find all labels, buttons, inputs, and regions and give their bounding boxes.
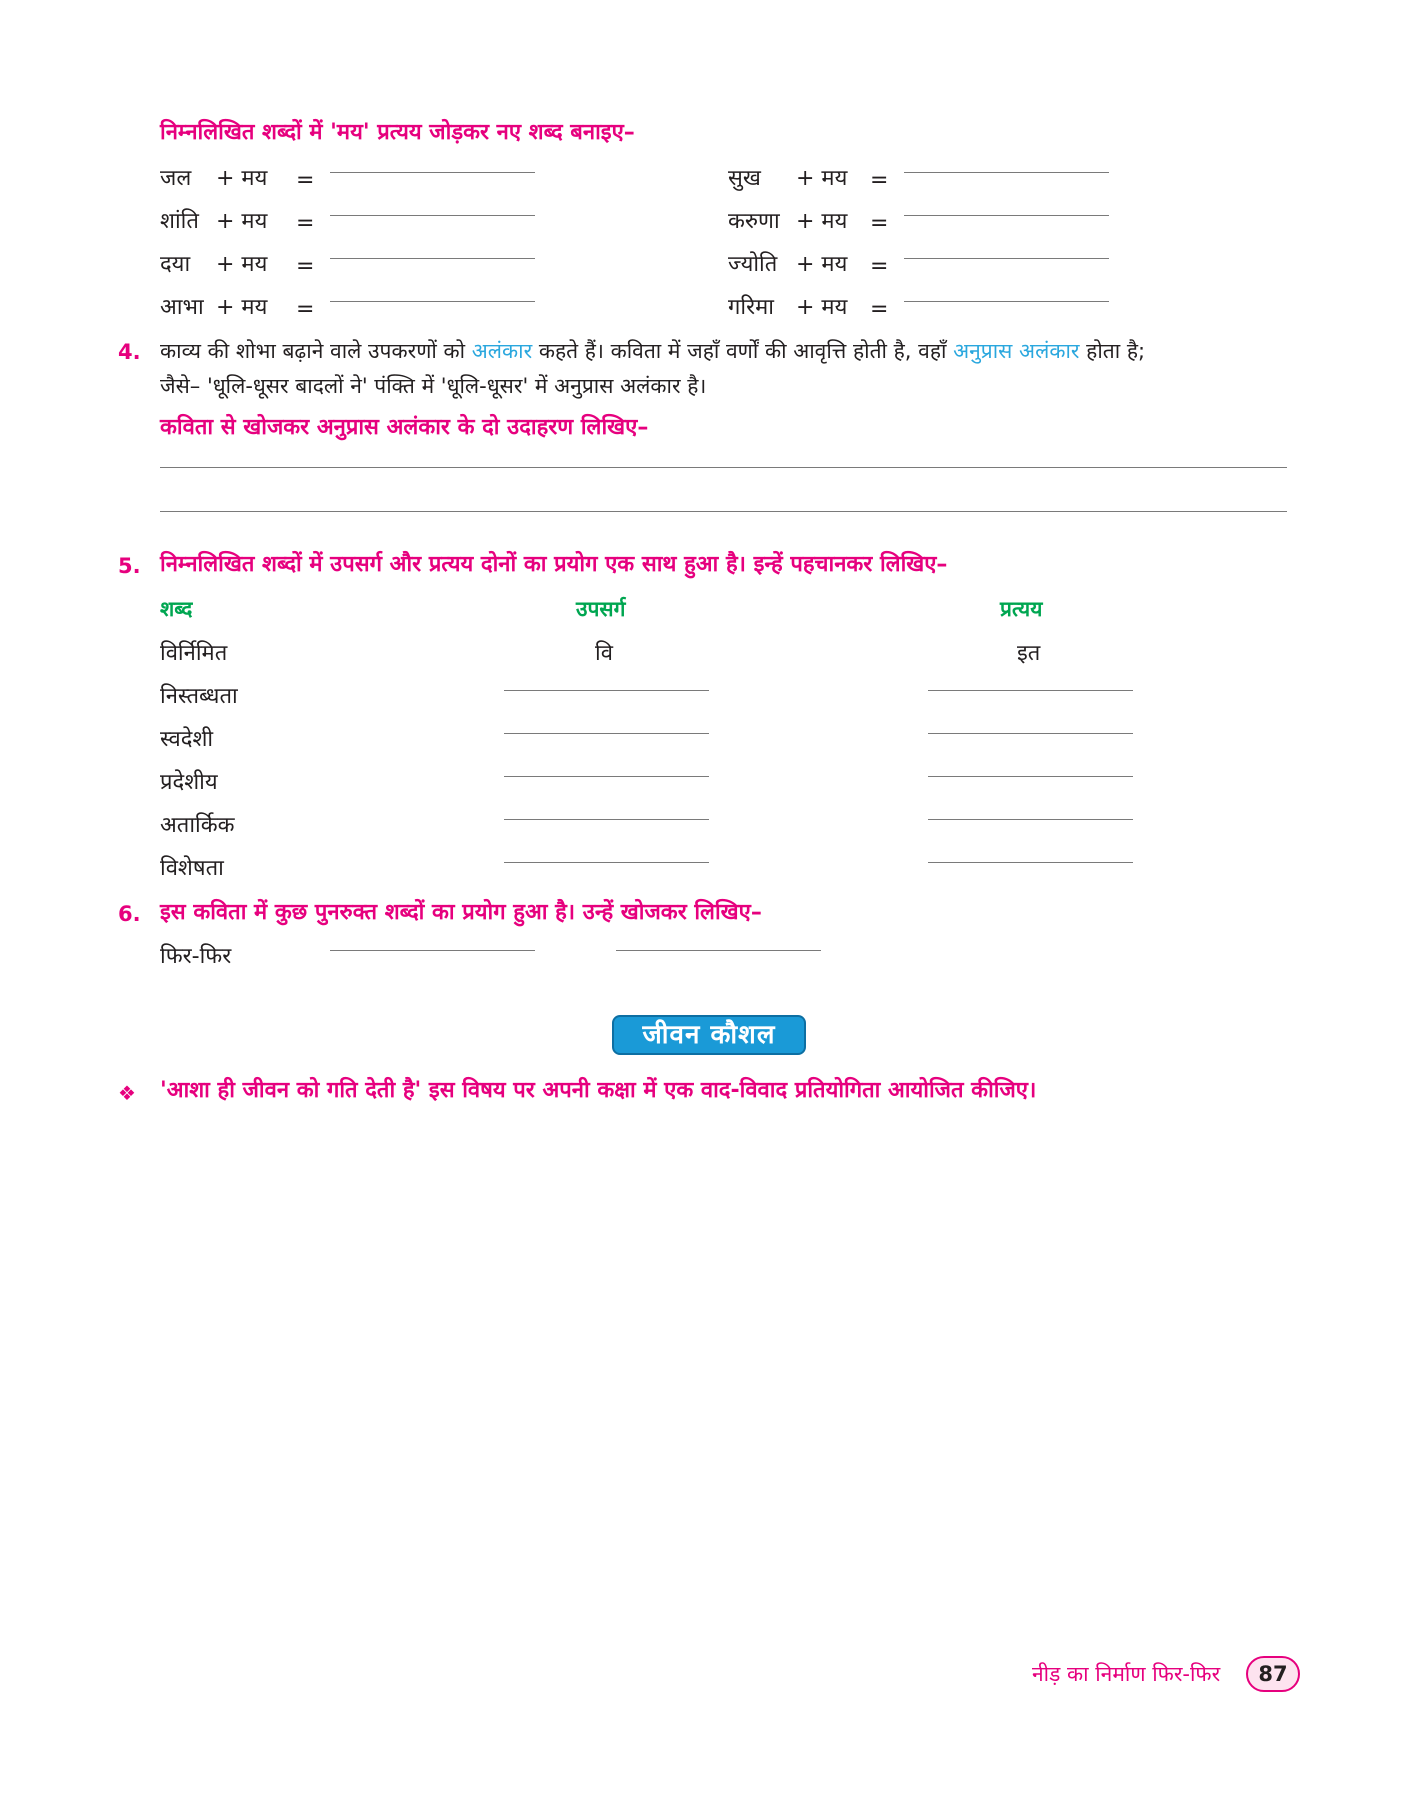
- q5-instruction: निम्नलिखित शब्दों में उपसर्ग और प्रत्यय …: [160, 552, 948, 577]
- column-header-word: शब्द: [160, 597, 193, 621]
- keyword-anupras: अनुप्रास अलंकार: [953, 339, 1080, 363]
- plus-may-label: + मय: [216, 166, 268, 191]
- prefix-answer-line[interactable]: [504, 776, 709, 777]
- suffix-answer-line[interactable]: [928, 776, 1133, 777]
- equals-sign: =: [296, 254, 315, 279]
- q6-example: फिर-फिर: [160, 944, 232, 969]
- may-right-word-2: करुणा: [728, 209, 780, 234]
- example-prefix: वि: [595, 641, 613, 666]
- q4-text: कहते हैं। कविता में जहाँ वर्णों की आवृत्…: [532, 339, 954, 363]
- equals-sign: =: [296, 211, 315, 236]
- q6-instruction: इस कविता में कुछ पुनरुक्त शब्दों का प्रय…: [160, 900, 762, 925]
- answer-line[interactable]: [904, 215, 1109, 216]
- example-word: विर्निमित: [160, 641, 228, 666]
- answer-line[interactable]: [904, 301, 1109, 302]
- equals-sign: =: [870, 297, 889, 322]
- may-left-word-3: दया: [160, 252, 191, 277]
- plus-may-label: + मय: [796, 252, 848, 277]
- answer-line[interactable]: [160, 511, 1287, 512]
- q5-word-3: प्रदेशीय: [160, 770, 218, 795]
- chapter-title: नीड़ का निर्माण फिर-फिर: [1032, 1662, 1221, 1686]
- equals-sign: =: [870, 254, 889, 279]
- example-suffix: इत: [1017, 641, 1041, 666]
- q5-word-1: निस्तब्धता: [160, 684, 238, 709]
- may-left-word-1: जल: [160, 166, 192, 191]
- equals-sign: =: [870, 211, 889, 236]
- q5-word-4: अतार्किक: [160, 813, 235, 838]
- equals-sign: =: [296, 297, 315, 322]
- plus-may-label: + मय: [796, 295, 848, 320]
- life-skill-activity: 'आशा ही जीवन को गति देती है' इस विषय पर …: [160, 1078, 1037, 1103]
- prefix-answer-line[interactable]: [504, 862, 709, 863]
- q4-line-1: काव्य की शोभा बढ़ाने वाले उपकरणों को अलं…: [160, 336, 1145, 366]
- suffix-answer-line[interactable]: [928, 690, 1133, 691]
- q5-word-5: विशेषता: [160, 856, 224, 881]
- column-header-suffix: प्रत्यय: [1000, 597, 1043, 621]
- may-left-word-2: शांति: [160, 209, 199, 234]
- suffix-answer-line[interactable]: [928, 819, 1133, 820]
- q5-word-2: स्वदेशी: [160, 727, 214, 752]
- answer-line[interactable]: [904, 258, 1109, 259]
- plus-may-label: + मय: [216, 252, 268, 277]
- plus-may-label: + मय: [796, 209, 848, 234]
- may-right-word-3: ज्योति: [728, 252, 778, 277]
- q4-text: काव्य की शोभा बढ़ाने वाले उपकरणों को: [160, 339, 472, 363]
- question-number: 5.: [118, 554, 141, 578]
- answer-line[interactable]: [330, 301, 535, 302]
- answer-line[interactable]: [160, 467, 1287, 468]
- question-number: 4.: [118, 340, 141, 364]
- q4-instruction: कविता से खोजकर अनुप्रास अलंकार के दो उदा…: [160, 415, 649, 440]
- may-right-word-1: सुख: [728, 166, 761, 191]
- may-heading: निम्नलिखित शब्दों में 'मय' प्रत्यय जोड़क…: [160, 120, 635, 145]
- prefix-answer-line[interactable]: [504, 819, 709, 820]
- answer-line[interactable]: [330, 172, 535, 173]
- page-number: 87: [1246, 1656, 1300, 1692]
- answer-line[interactable]: [330, 215, 535, 216]
- life-skill-badge: जीवन कौशल: [612, 1015, 806, 1055]
- suffix-answer-line[interactable]: [928, 862, 1133, 863]
- suffix-answer-line[interactable]: [928, 733, 1133, 734]
- answer-line[interactable]: [330, 258, 535, 259]
- may-left-word-4: आभा: [160, 295, 204, 320]
- plus-may-label: + मय: [216, 209, 268, 234]
- diamond-bullet-icon: ❖: [118, 1081, 136, 1105]
- prefix-answer-line[interactable]: [504, 733, 709, 734]
- q4-line-2: जैसे– 'धूलि-धूसर बादलों ने' पंक्ति में '…: [160, 374, 707, 398]
- answer-line[interactable]: [904, 172, 1109, 173]
- q4-text: होता है;: [1079, 339, 1146, 363]
- equals-sign: =: [870, 168, 889, 193]
- prefix-answer-line[interactable]: [504, 690, 709, 691]
- answer-line[interactable]: [616, 950, 821, 951]
- plus-may-label: + मय: [796, 166, 848, 191]
- may-right-word-4: गरिमा: [728, 295, 774, 320]
- keyword-alankar: अलंकार: [471, 339, 533, 363]
- column-header-prefix: उपसर्ग: [576, 597, 626, 621]
- answer-line[interactable]: [330, 950, 535, 951]
- equals-sign: =: [296, 168, 315, 193]
- plus-may-label: + मय: [216, 295, 268, 320]
- question-number: 6.: [118, 902, 141, 926]
